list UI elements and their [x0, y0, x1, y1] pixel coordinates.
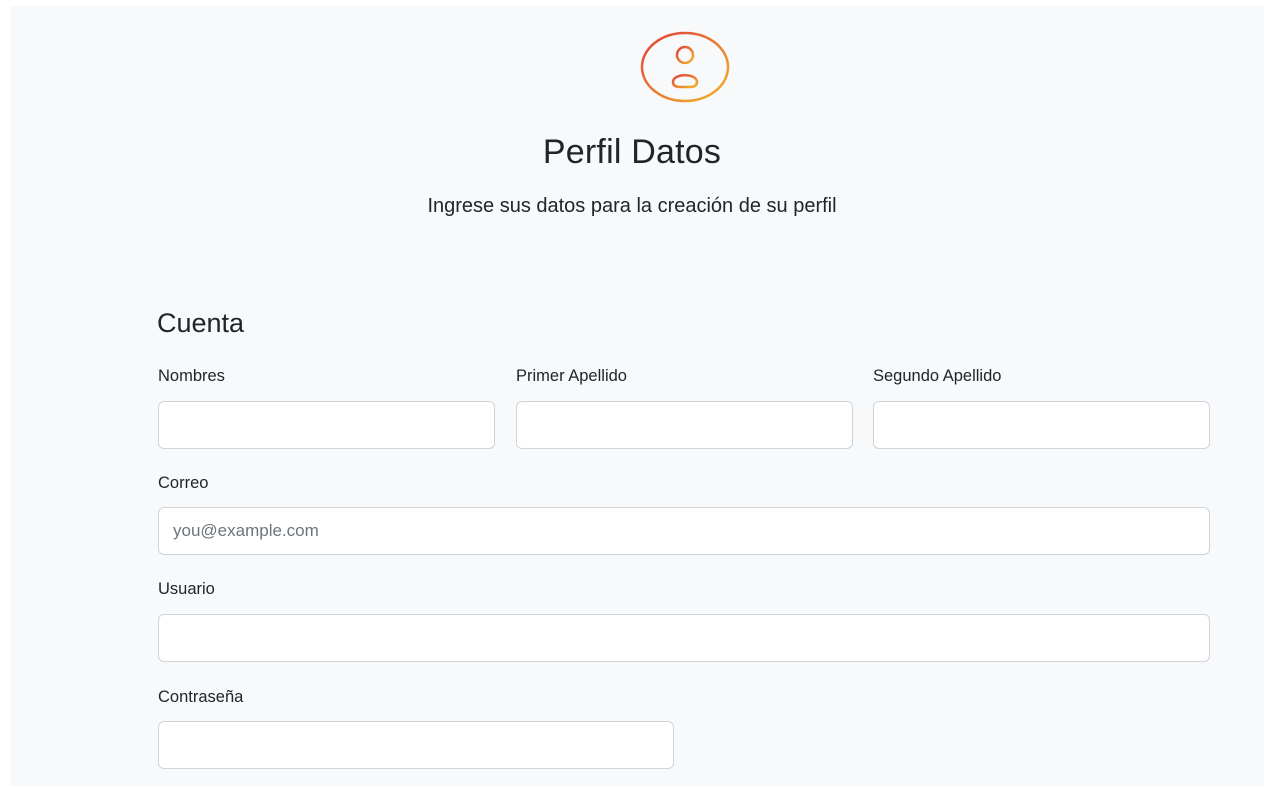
page-title: Perfil Datos	[542, 133, 722, 171]
primer-apellido-label: Primer Apellido	[516, 367, 627, 385]
section-title-cuenta: Cuenta	[157, 308, 245, 338]
nombres-label: Nombres	[158, 367, 225, 385]
correo-input[interactable]	[158, 507, 1210, 555]
nombres-input[interactable]	[158, 401, 495, 449]
contrasena-label: Contraseña	[158, 688, 244, 706]
usuario-label: Usuario	[158, 580, 215, 598]
correo-label: Correo	[158, 474, 209, 492]
page-subtitle: Ingrese sus datos para la creación de su…	[427, 195, 837, 217]
segundo-apellido-label: Segundo Apellido	[873, 367, 1002, 385]
user-circle-icon	[640, 31, 730, 103]
form-panel	[10, 6, 1264, 786]
segundo-apellido-input[interactable]	[873, 401, 1210, 449]
contrasena-input[interactable]	[158, 721, 674, 769]
usuario-input[interactable]	[158, 614, 1210, 662]
primer-apellido-input[interactable]	[516, 401, 853, 449]
